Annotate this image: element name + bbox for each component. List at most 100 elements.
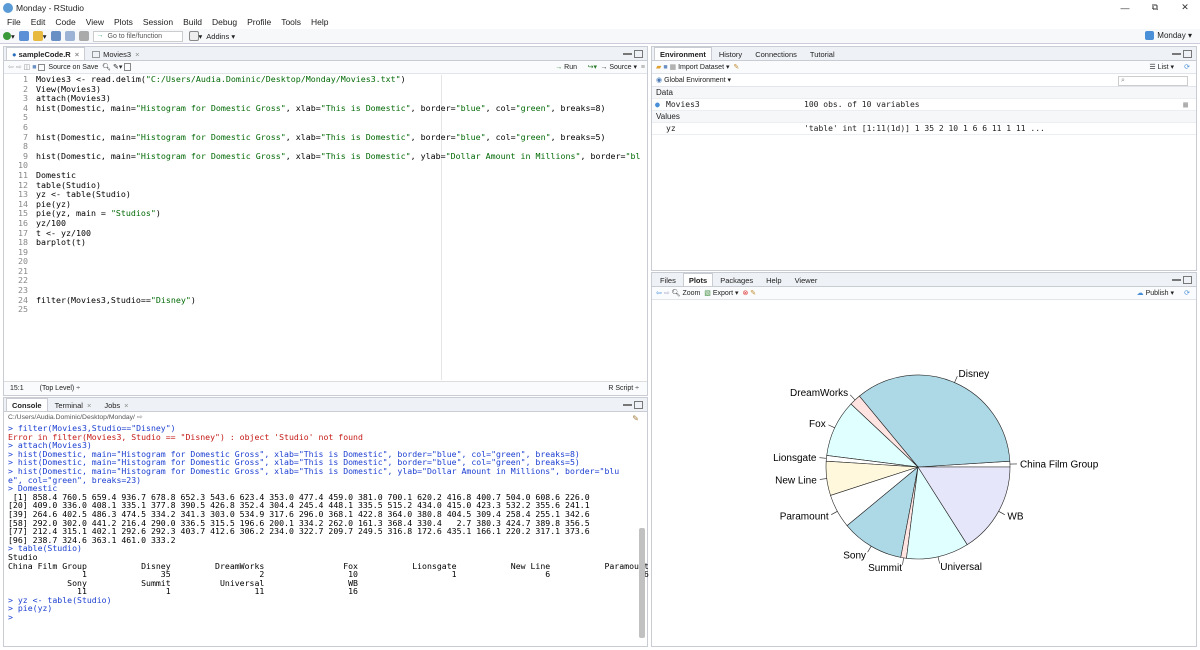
broom-icon[interactable]: ✎ <box>750 289 756 297</box>
print-button[interactable] <box>78 31 89 41</box>
code-line[interactable]: Movies3 <- read.delim("C:/Users/Audia.Do… <box>36 74 640 85</box>
search-icon[interactable]: 🔍︎ <box>102 63 111 71</box>
code-line[interactable]: pie(yz, main = "Studios") <box>36 209 640 219</box>
maximize-pane-icon[interactable] <box>1183 50 1192 58</box>
save-icon[interactable]: ■ <box>32 64 36 71</box>
menu-edit[interactable]: Edit <box>26 17 51 27</box>
tab-packages[interactable]: Packages <box>714 273 759 286</box>
tab-history[interactable]: History <box>713 47 748 60</box>
maximize-pane-icon[interactable] <box>634 50 643 58</box>
menu-debug[interactable]: Debug <box>207 17 242 27</box>
code-line[interactable] <box>36 267 640 277</box>
tab-plots[interactable]: Plots <box>682 273 714 286</box>
show-in-window-icon[interactable]: ◫ <box>24 63 31 71</box>
tab-environment[interactable]: Environment <box>654 47 712 60</box>
open-file-button[interactable]: ▾ <box>32 31 47 41</box>
tab-console[interactable]: Console <box>6 398 48 411</box>
menu-build[interactable]: Build <box>178 17 207 27</box>
console-output[interactable]: > filter(Movies3,Studio=="Disney") Error … <box>8 424 649 622</box>
tab-jobs[interactable]: Jobs × <box>98 398 134 411</box>
grid-layout-button[interactable]: ▾ <box>188 31 202 41</box>
menu-plots[interactable]: Plots <box>109 17 138 27</box>
code-line[interactable]: filter(Movies3,Studio=="Disney") <box>36 295 640 306</box>
tab-tutorial[interactable]: Tutorial <box>804 47 841 60</box>
back-arrow-icon[interactable]: ⇦ <box>8 63 14 71</box>
tab-movies3[interactable]: Movies3 × <box>86 47 145 60</box>
global-env-selector[interactable]: ◉ Global Environment ▾ <box>656 76 731 84</box>
tab-samplecode[interactable]: ● sampleCode.R × <box>6 47 86 60</box>
code-line[interactable] <box>36 257 640 267</box>
menu-help[interactable]: Help <box>306 17 333 27</box>
minimize-pane-icon[interactable] <box>623 50 632 55</box>
run-button[interactable]: → Run <box>555 64 577 71</box>
source-button[interactable]: → Source ▾ <box>600 63 637 71</box>
addins-button[interactable]: Addins ▾ <box>206 32 235 41</box>
maximize-pane-icon[interactable] <box>634 401 643 409</box>
menu-tools[interactable]: Tools <box>276 17 306 27</box>
minimize-pane-icon[interactable] <box>1172 276 1181 281</box>
project-menu[interactable]: Monday ▾ <box>1145 31 1192 40</box>
maximize-button[interactable]: ⧉ <box>1140 0 1170 15</box>
close-button[interactable]: ✕ <box>1170 0 1200 15</box>
compile-report-icon[interactable] <box>124 63 132 71</box>
scope-selector[interactable]: (Top Level) ÷ <box>40 385 80 392</box>
tab-help[interactable]: Help <box>760 273 787 286</box>
code-line[interactable] <box>36 113 640 123</box>
menu-profile[interactable]: Profile <box>242 17 276 27</box>
zoom-button[interactable]: 🔍︎ Zoom <box>672 289 701 297</box>
code-line[interactable]: hist(Domestic, main="Histogram for Domes… <box>36 132 640 143</box>
code-area[interactable]: 1 2 3 4 5 6 7 8 9 10 11 12 13 14 15 16 17 18 19 20 21 22 23 24 2… <box>4 74 647 417</box>
broom-icon[interactable]: ✎ <box>733 63 739 71</box>
import-dataset-button[interactable]: ▦ Import Dataset ▾ <box>670 63 730 71</box>
view-mode-selector[interactable]: ☰ List ▾ <box>1149 63 1174 71</box>
tab-connections[interactable]: Connections <box>749 47 803 60</box>
new-file-button[interactable]: ▾ <box>3 32 15 41</box>
forward-arrow-icon[interactable]: ⇨ <box>16 63 22 71</box>
menu-session[interactable]: Session <box>138 17 178 27</box>
menu-code[interactable]: Code <box>50 17 80 27</box>
close-icon[interactable]: × <box>135 50 139 59</box>
code-line[interactable]: barplot(t) <box>36 237 640 248</box>
prev-plot-icon[interactable]: ⇦ <box>656 289 662 297</box>
wand-icon[interactable]: ✎▾ <box>113 63 122 71</box>
rerun-button[interactable]: ↪▾ <box>588 63 597 71</box>
load-workspace-icon[interactable]: ▰ <box>656 63 661 71</box>
minimize-pane-icon[interactable] <box>623 401 632 406</box>
close-icon[interactable]: × <box>124 401 128 410</box>
console-scrollbar[interactable] <box>639 528 645 638</box>
code-line[interactable]: yz <- table(Studio) <box>36 189 640 200</box>
code-lines[interactable]: Movies3 <- read.delim("C:/Users/Audia.Do… <box>36 74 640 315</box>
export-button[interactable]: ▧ Export ▾ <box>704 289 738 297</box>
outline-icon[interactable]: ≡ <box>641 64 645 71</box>
code-line[interactable]: hist(Domestic, main="Histogram for Domes… <box>36 103 640 114</box>
save-button[interactable] <box>50 31 61 41</box>
filetype-selector[interactable]: R Script ÷ <box>608 385 639 392</box>
code-line[interactable]: t <- yz/100 <box>36 228 640 239</box>
go-to-directory-icon[interactable]: ⇨ <box>137 414 143 421</box>
view-table-icon[interactable]: ▦ <box>1183 100 1188 109</box>
code-line[interactable]: View(Movies3) <box>36 84 640 95</box>
source-on-save-checkbox[interactable] <box>38 63 46 71</box>
code-line[interactable]: yz/100 <box>36 218 640 229</box>
menu-view[interactable]: View <box>81 17 109 27</box>
publish-button[interactable]: ☁ Publish ▾ <box>1137 289 1174 297</box>
env-search-input[interactable]: ⌕ <box>1118 76 1188 86</box>
code-line[interactable]: Domestic <box>36 170 640 181</box>
close-icon[interactable]: × <box>87 401 91 410</box>
remove-plot-icon[interactable]: ⊗ <box>742 289 748 297</box>
goto-file-input[interactable]: Go to file/function <box>92 30 183 42</box>
code-line[interactable] <box>36 248 640 258</box>
refresh-icon[interactable]: ⟳ <box>1184 289 1190 297</box>
code-line[interactable]: hist(Domestic, main="Histogram for Domes… <box>36 151 640 162</box>
tab-viewer[interactable]: Viewer <box>789 273 824 286</box>
clear-console-icon[interactable]: ✎ <box>632 414 639 423</box>
next-plot-icon[interactable]: ⇨ <box>664 289 670 297</box>
tab-terminal[interactable]: Terminal × <box>49 398 98 411</box>
code-line[interactable] <box>36 305 640 315</box>
code-line[interactable] <box>36 161 640 171</box>
maximize-pane-icon[interactable] <box>1183 276 1192 284</box>
refresh-icon[interactable]: ⟳ <box>1184 63 1190 71</box>
save-all-button[interactable] <box>64 31 75 41</box>
env-value-row[interactable]: yz 'table' int [1:11(1d)] 1 35 2 10 1 6 … <box>652 123 1196 135</box>
code-line[interactable] <box>36 276 640 286</box>
